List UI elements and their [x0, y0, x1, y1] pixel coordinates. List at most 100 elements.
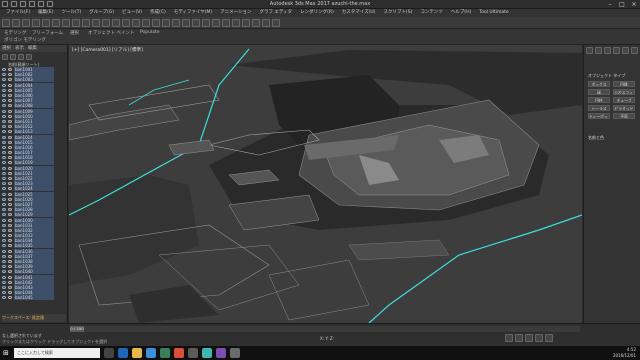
visibility-icon[interactable]	[2, 135, 6, 139]
menu-rendering[interactable]: レンダリング(R)	[296, 9, 338, 17]
go-start-icon[interactable]	[505, 334, 513, 342]
visibility-icon[interactable]	[2, 223, 6, 227]
object-type-button[interactable]: 円柱	[588, 97, 610, 103]
freeze-icon[interactable]	[8, 182, 12, 186]
freeze-icon[interactable]	[8, 161, 12, 165]
visibility-icon[interactable]	[2, 291, 6, 295]
task-view-icon[interactable]	[104, 348, 114, 358]
menu-tools[interactable]: ツール(T)	[57, 9, 85, 17]
snap-icon[interactable]	[152, 18, 160, 27]
freeze-icon[interactable]	[8, 234, 12, 238]
visibility-icon[interactable]	[2, 109, 6, 113]
material-editor-icon[interactable]	[242, 18, 250, 27]
scene-tab-display[interactable]: 表示	[15, 45, 24, 52]
new-file-icon[interactable]	[11, 1, 17, 7]
go-end-icon[interactable]	[545, 334, 553, 342]
object-type-button[interactable]: ティーポット	[588, 113, 610, 119]
freeze-icon[interactable]	[8, 130, 12, 134]
visibility-icon[interactable]	[2, 88, 6, 92]
motion-tab-icon[interactable]	[613, 47, 620, 54]
ribbon-tab-modeling[interactable]: モデリング	[4, 30, 27, 36]
freeze-icon[interactable]	[8, 187, 12, 191]
freeze-icon[interactable]	[8, 254, 12, 258]
coord-system-icon[interactable]	[132, 18, 140, 27]
app-icon-3[interactable]	[188, 348, 198, 358]
hierarchy-tab-icon[interactable]	[604, 47, 611, 54]
app-icon-5[interactable]	[230, 348, 240, 358]
freeze-icon[interactable]	[8, 94, 12, 98]
render-icon[interactable]	[272, 18, 280, 27]
freeze-icon[interactable]	[8, 291, 12, 295]
freeze-icon[interactable]	[8, 202, 12, 206]
visibility-icon[interactable]	[2, 202, 6, 206]
visibility-icon[interactable]	[2, 275, 6, 279]
menu-view[interactable]: ビュー(V)	[118, 9, 146, 17]
max-app-icon[interactable]	[202, 348, 212, 358]
ribbon-tab-object-paint[interactable]: オブジェクト ペイント	[88, 30, 134, 36]
undo-icon[interactable]	[2, 18, 10, 27]
freeze-icon[interactable]	[8, 280, 12, 284]
curve-editor-icon[interactable]	[222, 18, 230, 27]
menu-modifiers[interactable]: モディファイヤ(M)	[170, 9, 216, 17]
visibility-icon[interactable]	[2, 125, 6, 129]
viewport-label[interactable]: [+] [Camera001] [リアル] [標準]	[72, 47, 143, 53]
freeze-icon[interactable]	[8, 151, 12, 155]
freeze-icon[interactable]	[8, 119, 12, 123]
create-tab-icon[interactable]	[586, 47, 593, 54]
edge-icon[interactable]	[118, 348, 128, 358]
menu-group[interactable]: グループ(G)	[85, 9, 118, 17]
redo-icon[interactable]	[12, 18, 20, 27]
scale-icon[interactable]	[122, 18, 130, 27]
menu-create[interactable]: 作成(C)	[146, 9, 170, 17]
render-setup-icon[interactable]	[252, 18, 260, 27]
freeze-icon[interactable]	[8, 68, 12, 72]
freeze-icon[interactable]	[8, 145, 12, 149]
freeze-icon[interactable]	[8, 109, 12, 113]
move-icon[interactable]	[102, 18, 110, 27]
visibility-icon[interactable]	[2, 187, 6, 191]
object-type-button[interactable]: 円錐	[613, 81, 635, 87]
freeze-icon[interactable]	[8, 270, 12, 274]
visibility-icon[interactable]	[2, 156, 6, 160]
freeze-icon[interactable]	[8, 135, 12, 139]
visibility-icon[interactable]	[2, 83, 6, 87]
explorer-icon[interactable]	[132, 348, 142, 358]
freeze-icon[interactable]	[8, 99, 12, 103]
time-slider-handle[interactable]: 0 / 100	[70, 326, 84, 332]
utilities-tab-icon[interactable]	[631, 47, 638, 54]
scene-list-item[interactable]: ban1045	[2, 295, 66, 301]
visibility-icon[interactable]	[2, 114, 6, 118]
visibility-icon[interactable]	[2, 94, 6, 98]
scene-tab-edit[interactable]: 編集	[28, 45, 37, 52]
align-icon[interactable]	[202, 18, 210, 27]
object-type-button[interactable]: 球	[588, 89, 610, 95]
freeze-icon[interactable]	[8, 285, 12, 289]
visibility-icon[interactable]	[2, 234, 6, 238]
filter-geometry-icon[interactable]	[2, 54, 8, 60]
visibility-icon[interactable]	[2, 166, 6, 170]
freeze-icon[interactable]	[8, 73, 12, 77]
freeze-icon[interactable]	[8, 192, 12, 196]
menu-tool-ultimate[interactable]: Tool Ultimate	[475, 9, 512, 17]
start-icon[interactable]: ⊞	[3, 349, 9, 357]
prev-frame-icon[interactable]	[515, 334, 523, 342]
app-icon-1[interactable]	[160, 348, 170, 358]
menu-customize[interactable]: カスタマイズ(U)	[338, 9, 380, 17]
rect-select-icon[interactable]	[82, 18, 90, 27]
freeze-icon[interactable]	[8, 296, 12, 300]
display-tab-icon[interactable]	[622, 47, 629, 54]
object-type-button[interactable]: トーラス	[588, 105, 610, 111]
freeze-icon[interactable]	[8, 208, 12, 212]
app-menu-icon[interactable]	[2, 1, 8, 7]
time-slider[interactable]: 0 / 100	[70, 326, 580, 332]
select-by-name-icon[interactable]	[72, 18, 80, 27]
visibility-icon[interactable]	[2, 244, 6, 248]
selection-filter-icon[interactable]	[52, 18, 60, 27]
visibility-icon[interactable]	[2, 228, 6, 232]
app-icon-4[interactable]	[216, 348, 226, 358]
open-file-icon[interactable]	[20, 1, 26, 7]
object-type-button[interactable]: チューブ	[613, 97, 635, 103]
store-icon[interactable]	[146, 348, 156, 358]
freeze-icon[interactable]	[8, 83, 12, 87]
spinner-snap-icon[interactable]	[182, 18, 190, 27]
